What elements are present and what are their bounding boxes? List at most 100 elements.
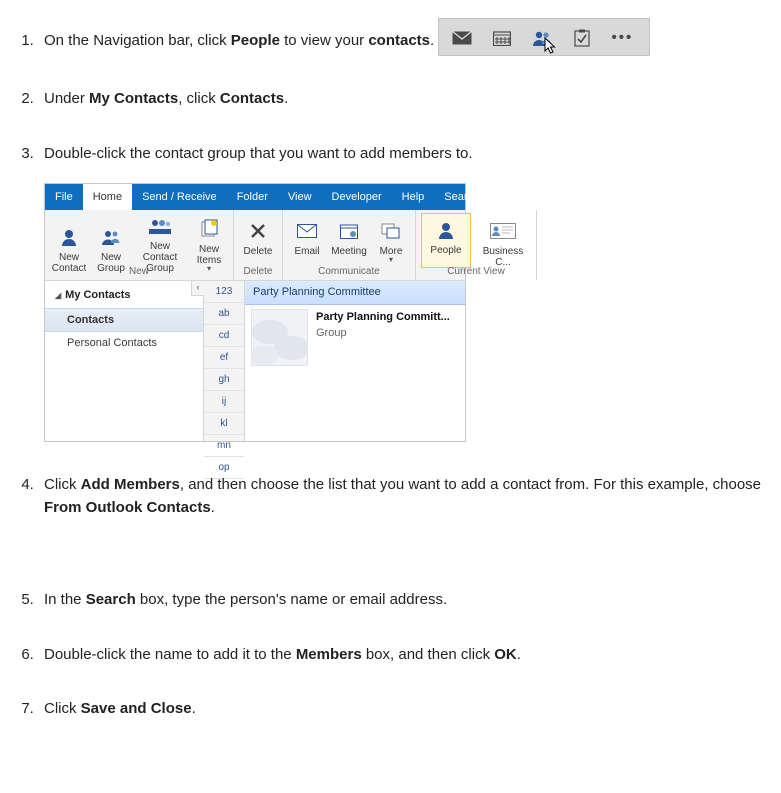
text: box, type the person's name or email add… bbox=[136, 591, 447, 608]
contact-group-header[interactable]: Party Planning Committee bbox=[245, 281, 465, 305]
text: , click bbox=[178, 90, 220, 107]
text-bold: Search bbox=[86, 591, 136, 608]
step-4: Click Add Members, and then choose the l… bbox=[38, 474, 771, 519]
contact-type: Group bbox=[316, 325, 450, 342]
group-label: Delete bbox=[234, 264, 282, 279]
text: . bbox=[284, 90, 288, 107]
text: , and then choose the list that you want… bbox=[180, 476, 761, 493]
btn-view-people[interactable]: People bbox=[421, 213, 471, 268]
tab-help[interactable]: Help bbox=[392, 184, 435, 210]
step-6: Double-click the name to add it to the M… bbox=[38, 644, 771, 667]
index-item[interactable]: cd bbox=[204, 325, 244, 347]
index-item[interactable]: ef bbox=[204, 347, 244, 369]
alpha-index: 123 ab cd ef gh ij kl mn op bbox=[204, 281, 245, 441]
index-item[interactable]: mn bbox=[204, 435, 244, 457]
tell-me-label: Tell m bbox=[509, 189, 538, 206]
tab-home[interactable]: Home bbox=[83, 184, 132, 210]
calendar-icon[interactable] bbox=[491, 27, 513, 49]
contact-list: Party Planning Committee Party Planning … bbox=[245, 281, 465, 441]
tree-my-contacts[interactable]: My Contacts bbox=[45, 281, 203, 308]
contact-thumb bbox=[251, 309, 308, 366]
ribbon-tabs: File Home Send / Receive Folder View Dev… bbox=[45, 184, 465, 210]
step-1-text: On the Navigation bar, click People to v… bbox=[44, 32, 438, 49]
index-item[interactable]: kl bbox=[204, 413, 244, 435]
text-bold: Add Members bbox=[81, 476, 180, 493]
text-bold: People bbox=[231, 32, 280, 49]
text-bold: From Outlook Contacts bbox=[44, 499, 211, 516]
tell-me[interactable]: Tell m bbox=[489, 184, 544, 210]
tab-view[interactable]: View bbox=[278, 184, 322, 210]
btn-email[interactable]: Email bbox=[288, 213, 326, 268]
label: People bbox=[430, 245, 461, 256]
text-bold: Members bbox=[296, 646, 362, 663]
step-2: Under My Contacts, click Contacts. bbox=[38, 88, 771, 111]
meeting-icon bbox=[340, 218, 358, 244]
new-items-icon bbox=[199, 216, 219, 242]
label: Delete bbox=[244, 246, 273, 257]
people-icon bbox=[100, 224, 122, 250]
index-item[interactable]: ij bbox=[204, 391, 244, 413]
text-bold: contacts bbox=[368, 32, 430, 49]
ribbon: New Contact New Group New Contact Group bbox=[45, 210, 465, 281]
ribbon-group-new: New Contact New Group New Contact Group bbox=[45, 210, 234, 280]
text: . bbox=[192, 700, 196, 717]
text-bold: Contacts bbox=[220, 90, 284, 107]
step-3-text: Double-click the contact group that you … bbox=[44, 145, 473, 162]
collapse-handle[interactable]: ‹ bbox=[191, 281, 204, 296]
text-bold: My Contacts bbox=[89, 90, 178, 107]
tasks-icon[interactable] bbox=[571, 27, 593, 49]
tab-search[interactable]: Search bbox=[434, 184, 489, 210]
label: Email bbox=[294, 246, 319, 257]
contact-name: Party Planning Committ... bbox=[316, 309, 450, 326]
more-icon[interactable]: ••• bbox=[611, 27, 633, 49]
btn-delete[interactable]: Delete bbox=[239, 213, 277, 268]
outlook-screenshot: File Home Send / Receive Folder View Dev… bbox=[44, 183, 466, 442]
contact-card[interactable]: Party Planning Committ... Group bbox=[245, 305, 465, 370]
mail-icon[interactable] bbox=[451, 27, 473, 49]
index-item[interactable]: ab bbox=[204, 303, 244, 325]
people-view-icon bbox=[436, 217, 456, 243]
text: In the bbox=[44, 591, 86, 608]
folder-pane: ‹ My Contacts Contacts Personal Contacts bbox=[45, 281, 204, 441]
text-bold: Save and Close bbox=[81, 700, 192, 717]
label: New Items bbox=[190, 244, 228, 266]
tree-personal-contacts[interactable]: Personal Contacts bbox=[45, 332, 203, 355]
tab-file[interactable]: File bbox=[45, 184, 83, 210]
ribbon-group-communicate: Email Meeting More▾ Communicate bbox=[283, 210, 416, 280]
email-icon bbox=[297, 218, 317, 244]
group-label: New bbox=[45, 264, 233, 279]
tree-contacts[interactable]: Contacts bbox=[45, 308, 203, 333]
btn-meeting[interactable]: Meeting bbox=[330, 213, 368, 268]
delete-icon bbox=[248, 218, 268, 244]
people-icon[interactable] bbox=[531, 27, 553, 49]
step-3: Double-click the contact group that you … bbox=[38, 143, 771, 443]
text: Click bbox=[44, 700, 81, 717]
ribbon-group-current-view: People Business C... Current View bbox=[416, 210, 537, 280]
text: Click bbox=[44, 476, 81, 493]
btn-more[interactable]: More▾ bbox=[372, 213, 410, 268]
text: Double-click the name to add it to the bbox=[44, 646, 296, 663]
text: . bbox=[517, 646, 521, 663]
text: . bbox=[211, 499, 215, 516]
nav-bar-figure: ••• bbox=[438, 18, 650, 56]
group-label: Communicate bbox=[283, 264, 415, 279]
ribbon-group-delete: Delete Delete bbox=[234, 210, 283, 280]
index-item[interactable]: 123 bbox=[204, 281, 244, 303]
tab-folder[interactable]: Folder bbox=[227, 184, 278, 210]
business-card-icon bbox=[490, 218, 516, 244]
contact-group-icon bbox=[148, 213, 172, 239]
step-7: Click Save and Close. bbox=[38, 698, 771, 721]
more-comm-icon bbox=[381, 218, 401, 244]
text: Under bbox=[44, 90, 89, 107]
index-item[interactable]: gh bbox=[204, 369, 244, 391]
btn-view-business-card[interactable]: Business C... bbox=[475, 213, 531, 268]
text: to view your bbox=[280, 32, 368, 49]
tab-developer[interactable]: Developer bbox=[322, 184, 392, 210]
text: box, and then click bbox=[362, 646, 495, 663]
step-1: On the Navigation bar, click People to v… bbox=[38, 0, 771, 56]
tab-send-receive[interactable]: Send / Receive bbox=[132, 184, 227, 210]
text: On the Navigation bar, click bbox=[44, 32, 231, 49]
label: Meeting bbox=[331, 246, 367, 257]
group-label: Current View bbox=[416, 264, 536, 279]
instruction-list: On the Navigation bar, click People to v… bbox=[10, 0, 771, 721]
